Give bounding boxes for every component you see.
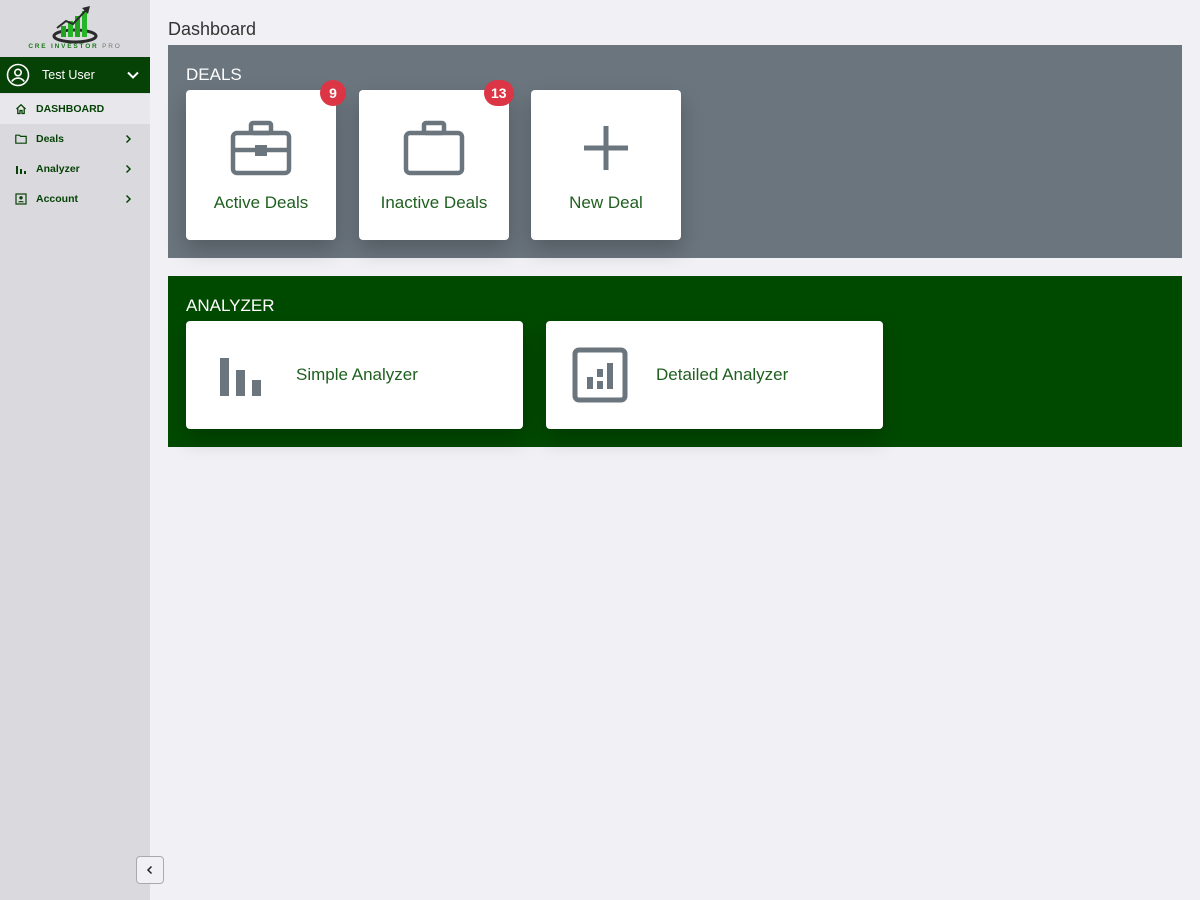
sidebar-item-label: Analyzer xyxy=(36,163,80,175)
user-circle-icon xyxy=(6,63,30,87)
analyzer-section: ANALYZER Simple Analyzer Detailed Analyz… xyxy=(168,276,1182,447)
sidebar-item-label: Deals xyxy=(36,133,65,145)
sidebar: CRE INVESTOR PRO Test User DASHBOARD Dea… xyxy=(0,0,150,900)
bar-chart-icon xyxy=(210,345,270,405)
logo-graphic-icon xyxy=(52,6,98,44)
sidebar-item-dashboard[interactable]: DASHBOARD xyxy=(0,94,150,124)
analytics-icon xyxy=(570,345,630,405)
home-icon xyxy=(15,103,27,115)
deals-section-title: DEALS xyxy=(186,65,242,84)
brand-wordmark: CRE INVESTOR PRO xyxy=(0,43,150,50)
detailed-analyzer-label: Detailed Analyzer xyxy=(656,365,789,384)
sidebar-item-account[interactable]: Account xyxy=(0,184,150,214)
plus-icon xyxy=(531,120,681,176)
suitcase-icon xyxy=(359,120,509,176)
chevron-right-icon xyxy=(123,194,133,204)
inactive-deals-card[interactable]: 13 Inactive Deals xyxy=(359,80,514,240)
sidebar-collapse-button[interactable] xyxy=(136,856,164,884)
simple-analyzer-card[interactable]: Simple Analyzer xyxy=(186,321,523,429)
sidebar-nav: DASHBOARD Deals Analyzer Account xyxy=(0,94,150,214)
chevron-down-icon xyxy=(127,71,139,79)
sidebar-item-label: Account xyxy=(36,193,78,205)
bar-chart-icon xyxy=(15,163,27,175)
chevron-right-icon xyxy=(123,164,133,174)
folder-icon xyxy=(15,133,27,145)
new-deal-card[interactable]: New Deal xyxy=(531,90,681,240)
account-box-icon xyxy=(15,193,27,205)
chevron-right-icon xyxy=(123,134,133,144)
sidebar-item-deals[interactable]: Deals xyxy=(0,124,150,154)
user-name: Test User xyxy=(42,68,95,82)
inactive-deals-label: Inactive Deals xyxy=(380,193,488,212)
new-deal-label: New Deal xyxy=(569,193,643,212)
sidebar-item-label: DASHBOARD xyxy=(36,103,105,115)
briefcase-icon xyxy=(186,120,336,176)
simple-analyzer-label: Simple Analyzer xyxy=(296,365,418,384)
chevron-left-icon xyxy=(146,865,153,875)
inactive-deals-count-badge: 13 xyxy=(484,80,514,106)
detailed-analyzer-card[interactable]: Detailed Analyzer xyxy=(546,321,883,429)
analyzer-section-title: ANALYZER xyxy=(186,296,275,315)
brand-logo[interactable]: CRE INVESTOR PRO xyxy=(0,0,150,56)
active-deals-count-badge: 9 xyxy=(320,80,346,106)
active-deals-card[interactable]: 9 Active Deals xyxy=(186,80,346,240)
brand-suffix: PRO xyxy=(102,43,122,50)
page-title: Dashboard xyxy=(168,19,257,39)
brand-name: CRE INVESTOR xyxy=(28,43,99,50)
sidebar-item-analyzer[interactable]: Analyzer xyxy=(0,154,150,184)
active-deals-label: Active Deals xyxy=(213,193,309,212)
user-menu-toggle[interactable]: Test User xyxy=(0,57,150,93)
deals-section: DEALS 9 Active Deals 13 Inactive Deals N… xyxy=(168,45,1182,258)
